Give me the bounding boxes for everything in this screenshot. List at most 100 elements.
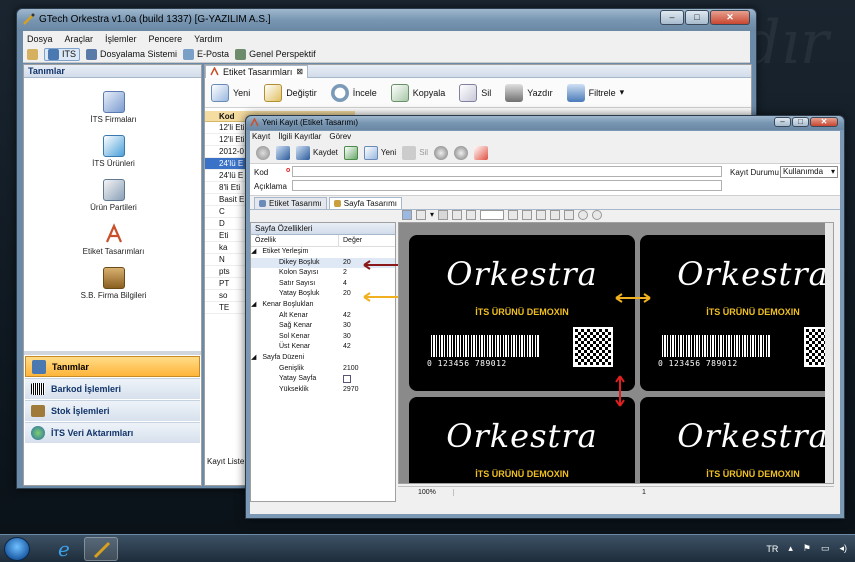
property-checkbox[interactable]	[339, 374, 351, 385]
menu-gorev[interactable]: Görev	[329, 132, 351, 141]
property-row[interactable]: Yatay Sayfa	[251, 374, 395, 385]
property-value[interactable]	[344, 247, 348, 258]
property-value[interactable]: 2100	[339, 364, 359, 375]
property-value[interactable]: 42	[339, 311, 351, 322]
internet-explorer-icon[interactable]: e	[48, 537, 82, 561]
preview-vscrollbar[interactable]	[825, 223, 833, 483]
kopyala-button[interactable]: Kopyala	[390, 83, 445, 102]
chevron-down-icon[interactable]: ▾	[430, 210, 434, 219]
yatay-sayfa-checkbox[interactable]	[343, 375, 351, 384]
print-icon[interactable]	[438, 209, 449, 220]
nav-tanimlar[interactable]: Tanımlar	[25, 356, 200, 377]
nav-down-icon[interactable]	[454, 145, 469, 160]
flag-icon[interactable]: ⚑	[803, 543, 811, 554]
etiket-tasarimlari-item[interactable]: Etiket Tasarımları	[24, 223, 203, 256]
new-doc-icon[interactable]	[343, 145, 358, 160]
perspective-menu-icon[interactable]	[27, 48, 38, 60]
prev-page-icon[interactable]	[466, 209, 477, 220]
menu-pencere[interactable]: Pencere	[149, 34, 183, 44]
property-value[interactable]: 2	[339, 268, 347, 279]
dosyalama-button[interactable]: Dosyalama Sistemi	[86, 48, 177, 60]
property-value[interactable]	[344, 300, 348, 311]
sub-maximize-button[interactable]: □	[792, 117, 809, 127]
page-width-icon[interactable]	[564, 209, 575, 220]
language-indicator[interactable]: TR	[766, 544, 778, 554]
kod-input[interactable]	[292, 166, 722, 177]
menu-dosya[interactable]: Dosya	[27, 34, 53, 44]
maximize-button[interactable]: □	[685, 10, 709, 25]
genel-perspektif-button[interactable]: Genel Perspektif	[235, 48, 316, 60]
nav-its-veri-aktarimlari[interactable]: İTS Veri Aktarımları	[25, 422, 200, 443]
property-row[interactable]: Genişlik 2100	[251, 364, 395, 375]
property-value[interactable]: 30	[339, 321, 351, 332]
property-row[interactable]: Satır Sayısı 4	[251, 279, 395, 290]
property-value[interactable]: 20	[339, 289, 351, 300]
close-button[interactable]: ✕	[710, 10, 750, 25]
its-firmalari-item[interactable]: İTS Firmaları	[24, 91, 203, 124]
zoom-out-icon[interactable]	[592, 209, 603, 220]
col-deger[interactable]: Değer	[339, 235, 362, 246]
sub-close-button[interactable]: ✕	[810, 117, 838, 127]
sil-button[interactable]: Sil	[459, 83, 491, 102]
its-perspective-button[interactable]: ITS	[44, 47, 81, 61]
panel-splitter[interactable]	[24, 351, 201, 355]
menu-kayit[interactable]: Kayıt	[252, 132, 270, 141]
property-value[interactable]: 4	[339, 279, 347, 290]
degistir-button[interactable]: Değiştir	[264, 83, 317, 102]
fit-icon[interactable]	[550, 209, 561, 220]
property-value[interactable]	[344, 353, 348, 364]
sub-titlebar[interactable]: Yeni Kayıt (Etiket Tasarımı) – □ ✕	[246, 116, 844, 130]
tab-close-icon[interactable]: ⊠	[296, 67, 303, 76]
menu-ilgili-kayitlar[interactable]: İlgili Kayıtlar	[278, 132, 321, 141]
menu-yardim[interactable]: Yardım	[194, 34, 222, 44]
orkestra-taskbar-icon[interactable]	[84, 537, 118, 561]
tab-sayfa-tasarimi[interactable]: Sayfa Tasarımı	[328, 197, 402, 209]
property-value[interactable]: 20	[339, 258, 351, 269]
network-icon[interactable]: ▭	[821, 543, 830, 554]
nav-stok-islemleri[interactable]: Stok İşlemleri	[25, 400, 200, 421]
chevron-down-icon[interactable]: ▾	[620, 87, 625, 98]
back-icon[interactable]	[256, 145, 270, 160]
zoom-in-icon[interactable]	[578, 209, 589, 220]
approve-icon[interactable]	[474, 145, 489, 160]
incele-button[interactable]: İncele	[330, 83, 377, 102]
sub-yeni-button[interactable]: Yeni	[363, 145, 396, 160]
property-row[interactable]: Sol Kenar 30	[251, 332, 395, 343]
sub-sil-button[interactable]: Sil	[402, 145, 428, 160]
last-page-icon[interactable]	[522, 209, 533, 220]
tab-etiket-tasarimi[interactable]: Etiket Tasarımı	[254, 197, 327, 209]
property-row[interactable]: Yükseklik 2970	[251, 385, 395, 396]
col-ozellik[interactable]: Özellik	[251, 235, 339, 246]
tab-etiket-tasarimlari[interactable]: Etiket Tasarımları ⊠	[205, 64, 309, 78]
urun-partileri-item[interactable]: Ürün Partileri	[24, 179, 203, 212]
start-button[interactable]	[4, 537, 30, 561]
sb-firma-bilgileri-item[interactable]: S.B. Firma Bilgileri	[24, 267, 203, 300]
filtrele-button[interactable]: Filtrele ▾	[566, 83, 625, 102]
its-urunleri-item[interactable]: İTS Ürünleri	[24, 135, 203, 168]
next-page-icon[interactable]	[508, 209, 519, 220]
eposta-button[interactable]: E-Posta	[183, 48, 229, 60]
yeni-button[interactable]: Yeni	[211, 83, 250, 102]
volume-icon[interactable]: ◂)	[839, 543, 847, 554]
property-row[interactable]: ◢ Etiket Yerleşim	[251, 247, 395, 258]
menu-islemler[interactable]: İşlemler	[105, 34, 137, 44]
nav-barkod-islemleri[interactable]: Barkod İşlemleri	[25, 378, 200, 399]
minimize-button[interactable]: –	[660, 10, 684, 25]
layout-icon[interactable]	[402, 209, 412, 220]
property-row[interactable]: Alt Kenar 42	[251, 311, 395, 322]
first-page-icon[interactable]	[452, 209, 463, 220]
page-number-input[interactable]	[480, 209, 505, 220]
nav-up-icon[interactable]	[434, 145, 449, 160]
aciklama-input[interactable]	[292, 180, 722, 191]
save-icon[interactable]	[276, 145, 290, 160]
page-setup-icon[interactable]	[536, 209, 547, 220]
property-row[interactable]: Üst Kenar 42	[251, 342, 395, 353]
property-value[interactable]: 2970	[339, 385, 359, 396]
property-value[interactable]: 30	[339, 332, 351, 343]
yazdir-button[interactable]: Yazdır	[505, 83, 553, 102]
chevron-up-icon[interactable]: ▴	[788, 543, 793, 554]
sort-icon[interactable]	[416, 209, 426, 220]
sub-minimize-button[interactable]: –	[774, 117, 791, 127]
property-row[interactable]: Sağ Kenar 30	[251, 321, 395, 332]
main-titlebar[interactable]: GTech Orkestra v1.0a (build 1337) [G-YAZ…	[17, 9, 756, 31]
